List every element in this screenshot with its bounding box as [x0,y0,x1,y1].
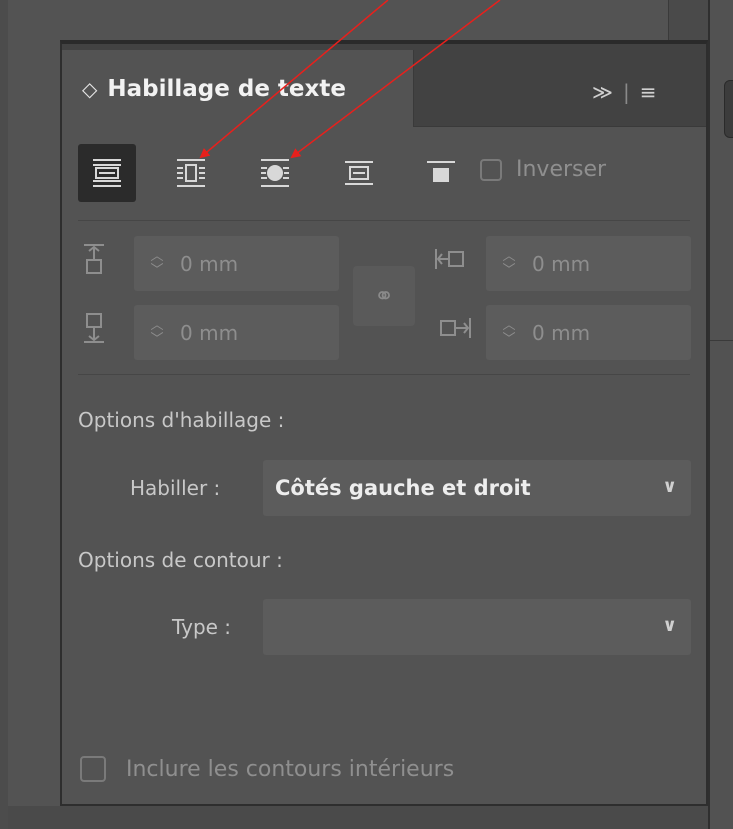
top-offset-icon [84,244,104,274]
right-offset-field[interactable]: ︿ ﹀ 0 mm [486,305,691,360]
top-offset-value[interactable]: 0 mm [180,252,238,276]
wrap-options-heading: Options d'habillage : [78,408,285,432]
contour-type-dropdown[interactable]: ∨ [263,599,691,655]
chevron-down-icon: ∨ [662,476,677,497]
jump-to-next-column-button[interactable] [412,144,470,202]
jump-to-next-column-icon [427,161,455,182]
link-offsets-button[interactable]: ⚭ [353,266,415,326]
object-shape-wrap-icon [261,159,289,187]
panel-controls-separator: | [622,80,630,104]
bottom-offset-value[interactable]: 0 mm [180,321,238,345]
panel-tab-bar: ◇ Habillage de texte ≫ | ≡ [62,44,706,127]
invert-option[interactable]: Inverser [480,157,606,182]
include-inside-edges-option[interactable]: Inclure les contours intérieurs [80,756,454,782]
wrap-bounding-box-button[interactable] [162,144,220,202]
no-wrap-icon [93,159,121,187]
right-offset-value[interactable]: 0 mm [532,321,590,345]
left-offset-field[interactable]: ︿ ﹀ 0 mm [486,236,691,291]
bottom-offset-icon [84,313,104,343]
jump-object-button[interactable] [330,144,388,202]
left-offset-icon [435,249,464,269]
panel-tab-text-wrap[interactable]: ◇ Habillage de texte [62,50,414,127]
top-offset-stepper[interactable]: ︿ ﹀ [134,236,180,291]
wrap-object-shape-button[interactable] [246,144,304,202]
left-edge [0,0,8,829]
right-offset-stepper[interactable]: ︿ ﹀ [486,305,532,360]
invert-checkbox[interactable] [480,158,502,181]
panel-options-toggle-icon[interactable]: ◇ [82,77,97,101]
text-wrap-panel: ◇ Habillage de texte ≫ | ≡ Inverser ︿ ﹀ … [60,40,708,806]
bounding-box-wrap-icon [177,159,205,187]
left-offset-stepper[interactable]: ︿ ﹀ [486,236,532,291]
wrap-to-value: Côtés gauche et droit [275,476,531,500]
offsets-divider [78,374,690,375]
dock-tab-stub[interactable] [724,80,733,138]
panel-title: Habillage de texte [107,75,346,102]
panel-controls: ≫ | ≡ [592,80,656,104]
bottom-offset-stepper[interactable]: ︿ ﹀ [134,305,180,360]
far-right-dock [708,0,733,829]
toolbar-divider [78,220,690,221]
top-offset-field[interactable]: ︿ ﹀ 0 mm [134,236,339,291]
invert-label: Inverser [516,157,607,182]
left-offset-value[interactable]: 0 mm [532,252,590,276]
bottom-offset-field[interactable]: ︿ ﹀ 0 mm [134,305,339,360]
wrap-to-dropdown[interactable]: Côtés gauche et droit ∨ [263,460,691,516]
contour-options-heading: Options de contour : [78,548,283,572]
wrap-to-label: Habiller : [130,476,221,500]
dock-divider [710,340,733,341]
contour-type-label: Type : [172,615,232,639]
collapse-panel-icon[interactable]: ≫ [592,80,613,104]
bottom-bar [8,806,708,829]
jump-object-icon [345,161,373,185]
panel-menu-icon[interactable]: ≡ [640,80,657,104]
wrap-type-toolbar: Inverser [78,144,698,204]
include-inside-edges-label: Inclure les contours intérieurs [126,756,455,782]
include-inside-edges-checkbox[interactable] [80,756,106,782]
right-offset-icon [440,318,471,338]
chain-link-icon: ⚭ [373,282,395,310]
no-text-wrap-button[interactable] [78,144,136,202]
chevron-down-icon: ∨ [662,615,677,636]
